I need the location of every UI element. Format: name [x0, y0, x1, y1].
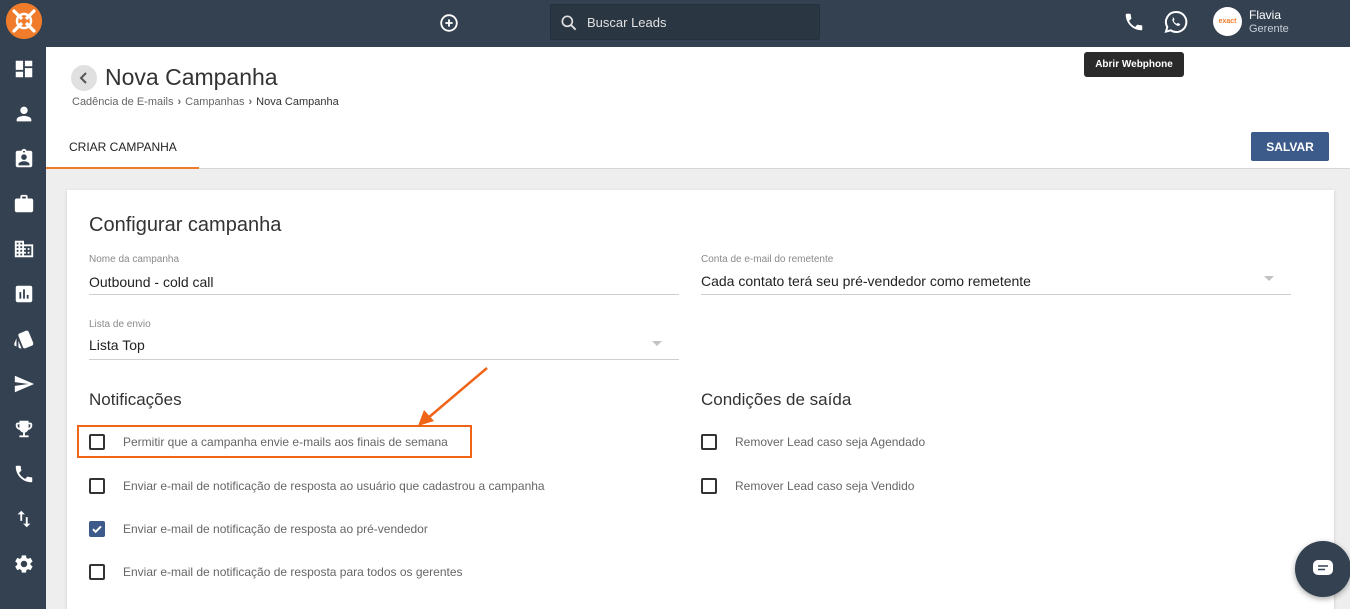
person-icon[interactable] — [13, 103, 35, 125]
sidebar — [0, 0, 46, 609]
checkbox-checked[interactable] — [89, 521, 105, 537]
trophy-icon[interactable] — [13, 418, 35, 440]
user-name[interactable]: Flavia — [1249, 8, 1281, 22]
tooltip: Abrir Webphone — [1084, 52, 1184, 77]
checkbox-label[interactable]: Remover Lead caso seja Agendado — [735, 435, 925, 449]
send-list-value[interactable]: Lista Top — [89, 337, 145, 353]
cards-icon[interactable] — [13, 328, 35, 350]
checkbox[interactable] — [89, 564, 105, 580]
checkbox-label[interactable]: Enviar e-mail de notificação de resposta… — [123, 479, 545, 493]
send-list-select[interactable]: Lista de envio Lista Top — [89, 319, 679, 360]
bar-chart-icon[interactable] — [13, 283, 35, 305]
checkbox-label[interactable]: Enviar e-mail de notificação de resposta… — [123, 565, 463, 579]
checkbox-notify-managers[interactable]: Enviar e-mail de notificação de resposta… — [89, 563, 649, 583]
search-input[interactable] — [587, 11, 807, 33]
checkbox[interactable] — [701, 434, 717, 450]
phone-icon[interactable] — [13, 463, 35, 485]
annotation-arrow — [418, 367, 488, 426]
field-underline — [89, 294, 679, 295]
dropdown-arrow-icon[interactable] — [1264, 276, 1274, 281]
campaign-name-field[interactable]: Nome da campanha Outbound - cold call — [89, 254, 679, 295]
field-label: Conta de e-mail do remetente — [701, 254, 834, 265]
page-title: Nova Campanha — [105, 64, 278, 90]
chevron-left-icon — [79, 72, 87, 84]
avatar[interactable]: exact — [1213, 7, 1242, 36]
campaign-form-card: Configurar campanha Nome da campanha Out… — [67, 190, 1334, 609]
search-box[interactable] — [550, 4, 820, 40]
briefcase-icon[interactable] — [13, 193, 35, 215]
sender-account-value[interactable]: Cada contato terá seu pré-vendedor como … — [701, 273, 1031, 289]
notifications-title: Notificações — [89, 390, 182, 409]
send-icon[interactable] — [13, 373, 35, 395]
webphone-icon[interactable] — [1123, 11, 1145, 33]
form-title: Configurar campanha — [89, 214, 282, 236]
search-icon — [559, 13, 579, 33]
checkbox-remove-scheduled[interactable]: Remover Lead caso seja Agendado — [701, 433, 1101, 453]
field-label: Lista de envio — [89, 319, 151, 330]
user-role: Gerente — [1249, 23, 1289, 35]
chat-icon — [1313, 560, 1333, 575]
tab-criar-campanha[interactable]: CRIAR CAMPANHA — [46, 127, 199, 169]
field-underline — [89, 359, 679, 360]
check-icon — [92, 525, 102, 534]
chat-button[interactable] — [1295, 541, 1350, 597]
exact-logo-icon[interactable] — [6, 3, 42, 39]
breadcrumb-item[interactable]: Cadência de E-mails — [72, 96, 174, 108]
sync-arrows-icon[interactable] — [13, 508, 35, 530]
add-circle-icon[interactable] — [438, 12, 460, 34]
building-icon[interactable] — [13, 238, 35, 260]
save-button[interactable]: SALVAR — [1251, 132, 1329, 161]
back-button[interactable] — [71, 65, 97, 91]
field-underline — [701, 294, 1291, 295]
checkbox-remove-sold[interactable]: Remover Lead caso seja Vendido — [701, 477, 1101, 497]
breadcrumb-item[interactable]: Campanhas — [185, 96, 244, 108]
field-label: Nome da campanha — [89, 254, 180, 265]
chevron-right-icon: › — [177, 96, 182, 108]
contact-card-icon[interactable] — [13, 148, 35, 170]
exit-conditions-title: Condições de saída — [701, 390, 852, 409]
campaign-name-input[interactable]: Outbound - cold call — [89, 274, 214, 290]
checkbox-notify-presales[interactable]: Enviar e-mail de notificação de resposta… — [89, 520, 649, 540]
top-bar: exact Flavia Gerente — [46, 0, 1350, 47]
sender-account-select[interactable]: Conta de e-mail do remetente Cada contat… — [701, 254, 1291, 295]
breadcrumb-current: Nova Campanha — [256, 96, 339, 108]
chevron-right-icon: › — [248, 96, 253, 108]
gear-icon[interactable] — [13, 553, 35, 575]
checkbox-label[interactable]: Enviar e-mail de notificação de resposta… — [123, 522, 428, 536]
checkbox-notify-creator[interactable]: Enviar e-mail de notificação de resposta… — [89, 477, 649, 497]
breadcrumb: Cadência de E-mails › Campanhas › Nova Campa… — [72, 96, 339, 108]
dashboard-icon[interactable] — [13, 58, 35, 80]
dropdown-arrow-icon[interactable] — [652, 341, 662, 346]
checkbox[interactable] — [701, 478, 717, 494]
whatsapp-icon[interactable] — [1163, 9, 1189, 35]
checkbox-label[interactable]: Remover Lead caso seja Vendido — [735, 479, 914, 493]
checkbox[interactable] — [89, 478, 105, 494]
tab-label: CRIAR CAMPANHA — [69, 140, 177, 154]
